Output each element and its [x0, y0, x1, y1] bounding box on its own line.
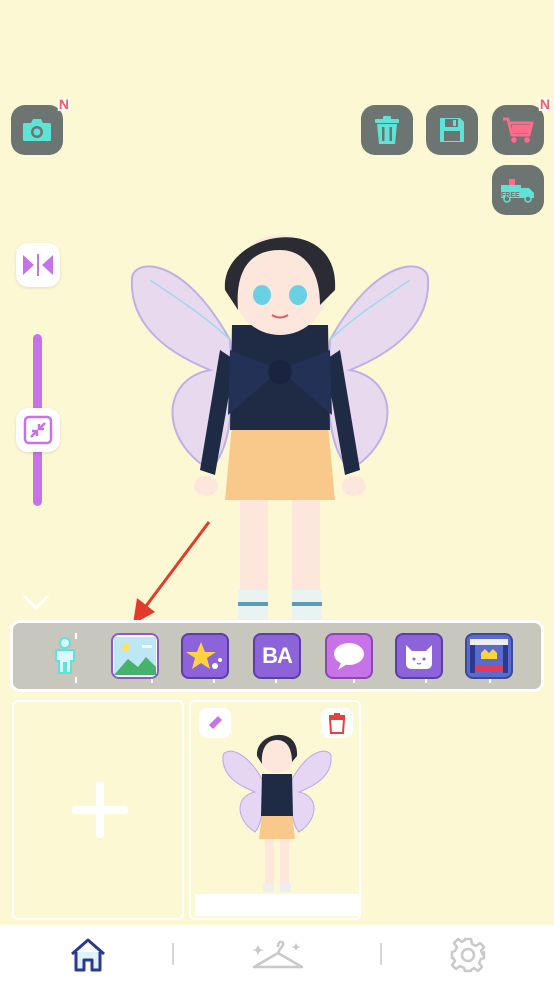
trash-icon [375, 116, 399, 144]
nav-divider [380, 943, 382, 965]
tab-text[interactable]: BA [253, 633, 301, 679]
cat-icon [406, 645, 432, 669]
category-toolbar: BA [10, 620, 544, 692]
new-badge: N [58, 96, 69, 112]
plus-icon [72, 782, 128, 838]
add-outfit-card[interactable] [12, 700, 184, 920]
letters-icon: BA [262, 643, 293, 668]
saved-outfit-card[interactable] [189, 700, 361, 920]
new-badge: N [539, 96, 550, 112]
mirror-button[interactable] [16, 243, 60, 287]
landscape-icon [114, 637, 156, 675]
tab-effects[interactable] [181, 633, 229, 679]
scale-slider-handle[interactable] [16, 408, 60, 452]
hanger-icon [252, 940, 304, 969]
thumbnail-footer [195, 894, 359, 916]
person-icon [55, 637, 75, 674]
save-icon [440, 118, 464, 142]
shop-button[interactable]: N [492, 96, 550, 155]
free-label: FREE [501, 192, 520, 199]
gear-icon [450, 937, 486, 973]
tab-pet[interactable] [395, 633, 443, 679]
shrink-icon [23, 415, 53, 445]
nav-wardrobe[interactable] [248, 933, 308, 977]
bottom-nav [0, 925, 554, 985]
stars-icon [186, 642, 222, 669]
tab-stage[interactable] [465, 633, 513, 679]
save-button[interactable] [426, 105, 478, 155]
tab-background[interactable] [111, 633, 159, 679]
collapse-chevron[interactable] [20, 590, 52, 614]
gift-truck-icon [501, 179, 534, 203]
tab-body[interactable] [41, 633, 89, 679]
camera-button[interactable]: N [11, 96, 69, 155]
nav-divider [172, 943, 174, 965]
outfit-thumbnail [222, 734, 332, 892]
stage-icon [470, 639, 508, 673]
delete-all-button[interactable] [361, 105, 413, 155]
tab-speech[interactable] [325, 633, 373, 679]
cart-icon [503, 117, 534, 143]
mirror-icon [23, 254, 53, 276]
free-gift-button[interactable]: FREE [492, 165, 544, 215]
camera-icon [23, 119, 51, 141]
nav-home[interactable] [66, 933, 110, 977]
speech-bubble-icon [334, 643, 364, 670]
nav-settings[interactable] [448, 935, 488, 975]
red-arrow-annotation [133, 521, 211, 624]
home-icon [71, 938, 105, 972]
chevron-down-icon [22, 594, 50, 611]
